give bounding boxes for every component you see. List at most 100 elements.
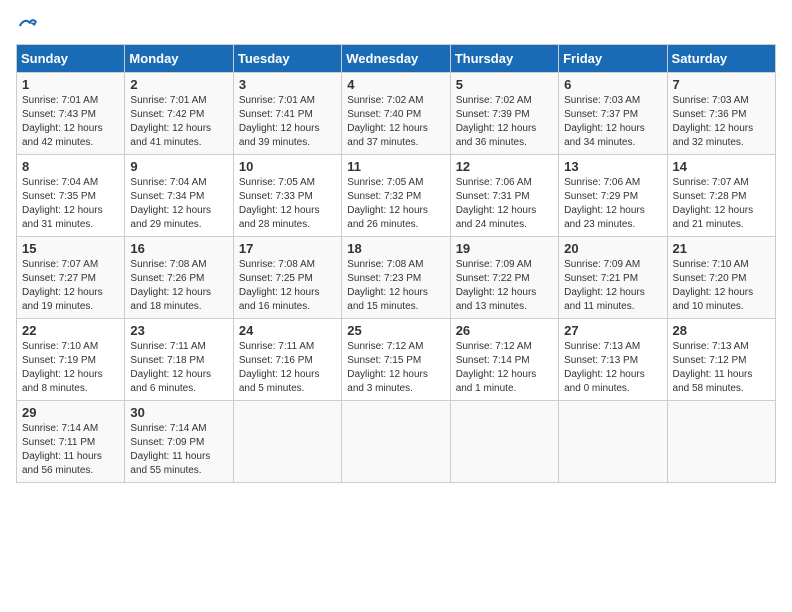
daylight-text: Daylight: 12 hours and 32 minutes. bbox=[673, 123, 754, 148]
sunrise-text: Sunrise: 7:06 AM bbox=[564, 177, 640, 188]
calendar-day-cell: 28 Sunrise: 7:13 AM Sunset: 7:12 PM Dayl… bbox=[667, 319, 775, 401]
day-number: 10 bbox=[239, 159, 336, 174]
daylight-text: Daylight: 12 hours and 5 minutes. bbox=[239, 369, 320, 394]
day-of-week-header: Wednesday bbox=[342, 45, 450, 73]
daylight-text: Daylight: 12 hours and 10 minutes. bbox=[673, 287, 754, 312]
calendar-day-cell: 4 Sunrise: 7:02 AM Sunset: 7:40 PM Dayli… bbox=[342, 73, 450, 155]
sunset-text: Sunset: 7:09 PM bbox=[130, 437, 204, 448]
day-info: Sunrise: 7:11 AM Sunset: 7:18 PM Dayligh… bbox=[130, 340, 227, 396]
calendar-day-cell: 23 Sunrise: 7:11 AM Sunset: 7:18 PM Dayl… bbox=[125, 319, 233, 401]
day-of-week-header: Sunday bbox=[17, 45, 125, 73]
day-number: 28 bbox=[673, 323, 770, 338]
day-info: Sunrise: 7:14 AM Sunset: 7:09 PM Dayligh… bbox=[130, 422, 227, 478]
calendar-week-row: 1 Sunrise: 7:01 AM Sunset: 7:43 PM Dayli… bbox=[17, 73, 776, 155]
day-info: Sunrise: 7:10 AM Sunset: 7:19 PM Dayligh… bbox=[22, 340, 119, 396]
sunset-text: Sunset: 7:29 PM bbox=[564, 191, 638, 202]
sunset-text: Sunset: 7:25 PM bbox=[239, 273, 313, 284]
sunset-text: Sunset: 7:19 PM bbox=[22, 355, 96, 366]
day-info: Sunrise: 7:14 AM Sunset: 7:11 PM Dayligh… bbox=[22, 422, 119, 478]
sunset-text: Sunset: 7:34 PM bbox=[130, 191, 204, 202]
day-number: 1 bbox=[22, 77, 119, 92]
sunrise-text: Sunrise: 7:11 AM bbox=[239, 341, 314, 352]
day-number: 2 bbox=[130, 77, 227, 92]
day-of-week-header: Monday bbox=[125, 45, 233, 73]
sunset-text: Sunset: 7:22 PM bbox=[456, 273, 530, 284]
sunrise-text: Sunrise: 7:03 AM bbox=[673, 95, 749, 106]
daylight-text: Daylight: 12 hours and 23 minutes. bbox=[564, 205, 645, 230]
sunrise-text: Sunrise: 7:10 AM bbox=[673, 259, 749, 270]
calendar-day-cell: 17 Sunrise: 7:08 AM Sunset: 7:25 PM Dayl… bbox=[233, 237, 341, 319]
daylight-text: Daylight: 12 hours and 0 minutes. bbox=[564, 369, 645, 394]
day-info: Sunrise: 7:09 AM Sunset: 7:22 PM Dayligh… bbox=[456, 258, 553, 314]
calendar-week-row: 29 Sunrise: 7:14 AM Sunset: 7:11 PM Dayl… bbox=[17, 401, 776, 483]
day-info: Sunrise: 7:12 AM Sunset: 7:15 PM Dayligh… bbox=[347, 340, 444, 396]
sunrise-text: Sunrise: 7:08 AM bbox=[347, 259, 423, 270]
sunset-text: Sunset: 7:33 PM bbox=[239, 191, 313, 202]
day-info: Sunrise: 7:01 AM Sunset: 7:42 PM Dayligh… bbox=[130, 94, 227, 150]
sunrise-text: Sunrise: 7:04 AM bbox=[130, 177, 206, 188]
calendar-day-cell: 15 Sunrise: 7:07 AM Sunset: 7:27 PM Dayl… bbox=[17, 237, 125, 319]
sunset-text: Sunset: 7:36 PM bbox=[673, 109, 747, 120]
day-info: Sunrise: 7:12 AM Sunset: 7:14 PM Dayligh… bbox=[456, 340, 553, 396]
day-info: Sunrise: 7:13 AM Sunset: 7:13 PM Dayligh… bbox=[564, 340, 661, 396]
day-info: Sunrise: 7:07 AM Sunset: 7:28 PM Dayligh… bbox=[673, 176, 770, 232]
sunset-text: Sunset: 7:27 PM bbox=[22, 273, 96, 284]
sunset-text: Sunset: 7:35 PM bbox=[22, 191, 96, 202]
sunset-text: Sunset: 7:32 PM bbox=[347, 191, 421, 202]
calendar-day-cell: 29 Sunrise: 7:14 AM Sunset: 7:11 PM Dayl… bbox=[17, 401, 125, 483]
calendar-day-cell: 13 Sunrise: 7:06 AM Sunset: 7:29 PM Dayl… bbox=[559, 155, 667, 237]
day-number: 9 bbox=[130, 159, 227, 174]
sunset-text: Sunset: 7:26 PM bbox=[130, 273, 204, 284]
day-info: Sunrise: 7:03 AM Sunset: 7:37 PM Dayligh… bbox=[564, 94, 661, 150]
calendar-day-cell: 10 Sunrise: 7:05 AM Sunset: 7:33 PM Dayl… bbox=[233, 155, 341, 237]
daylight-text: Daylight: 11 hours and 56 minutes. bbox=[22, 451, 102, 476]
sunset-text: Sunset: 7:23 PM bbox=[347, 273, 421, 284]
sunset-text: Sunset: 7:37 PM bbox=[564, 109, 638, 120]
day-number: 11 bbox=[347, 159, 444, 174]
calendar-day-cell: 3 Sunrise: 7:01 AM Sunset: 7:41 PM Dayli… bbox=[233, 73, 341, 155]
sunset-text: Sunset: 7:18 PM bbox=[130, 355, 204, 366]
day-number: 12 bbox=[456, 159, 553, 174]
day-number: 19 bbox=[456, 241, 553, 256]
daylight-text: Daylight: 12 hours and 18 minutes. bbox=[130, 287, 211, 312]
calendar-day-cell: 5 Sunrise: 7:02 AM Sunset: 7:39 PM Dayli… bbox=[450, 73, 558, 155]
daylight-text: Daylight: 12 hours and 19 minutes. bbox=[22, 287, 103, 312]
daylight-text: Daylight: 12 hours and 31 minutes. bbox=[22, 205, 103, 230]
sunrise-text: Sunrise: 7:02 AM bbox=[456, 95, 532, 106]
sunrise-text: Sunrise: 7:08 AM bbox=[239, 259, 315, 270]
day-number: 30 bbox=[130, 405, 227, 420]
sunset-text: Sunset: 7:14 PM bbox=[456, 355, 530, 366]
calendar-day-cell: 11 Sunrise: 7:05 AM Sunset: 7:32 PM Dayl… bbox=[342, 155, 450, 237]
day-number: 17 bbox=[239, 241, 336, 256]
sunrise-text: Sunrise: 7:10 AM bbox=[22, 341, 98, 352]
day-number: 14 bbox=[673, 159, 770, 174]
sunrise-text: Sunrise: 7:07 AM bbox=[673, 177, 749, 188]
day-number: 6 bbox=[564, 77, 661, 92]
sunrise-text: Sunrise: 7:01 AM bbox=[239, 95, 315, 106]
calendar-day-cell bbox=[559, 401, 667, 483]
calendar-day-cell: 16 Sunrise: 7:08 AM Sunset: 7:26 PM Dayl… bbox=[125, 237, 233, 319]
sunset-text: Sunset: 7:43 PM bbox=[22, 109, 96, 120]
day-number: 18 bbox=[347, 241, 444, 256]
day-number: 22 bbox=[22, 323, 119, 338]
day-info: Sunrise: 7:04 AM Sunset: 7:35 PM Dayligh… bbox=[22, 176, 119, 232]
sunrise-text: Sunrise: 7:13 AM bbox=[564, 341, 640, 352]
sunrise-text: Sunrise: 7:04 AM bbox=[22, 177, 98, 188]
calendar-body: 1 Sunrise: 7:01 AM Sunset: 7:43 PM Dayli… bbox=[17, 73, 776, 483]
day-of-week-header: Tuesday bbox=[233, 45, 341, 73]
calendar-day-cell: 8 Sunrise: 7:04 AM Sunset: 7:35 PM Dayli… bbox=[17, 155, 125, 237]
daylight-text: Daylight: 12 hours and 11 minutes. bbox=[564, 287, 645, 312]
day-number: 15 bbox=[22, 241, 119, 256]
daylight-text: Daylight: 12 hours and 34 minutes. bbox=[564, 123, 645, 148]
day-number: 3 bbox=[239, 77, 336, 92]
day-info: Sunrise: 7:05 AM Sunset: 7:33 PM Dayligh… bbox=[239, 176, 336, 232]
sunrise-text: Sunrise: 7:01 AM bbox=[130, 95, 206, 106]
day-info: Sunrise: 7:02 AM Sunset: 7:39 PM Dayligh… bbox=[456, 94, 553, 150]
day-info: Sunrise: 7:10 AM Sunset: 7:20 PM Dayligh… bbox=[673, 258, 770, 314]
sunset-text: Sunset: 7:15 PM bbox=[347, 355, 421, 366]
daylight-text: Daylight: 12 hours and 13 minutes. bbox=[456, 287, 537, 312]
daylight-text: Daylight: 11 hours and 55 minutes. bbox=[130, 451, 210, 476]
daylight-text: Daylight: 11 hours and 58 minutes. bbox=[673, 369, 753, 394]
sunset-text: Sunset: 7:20 PM bbox=[673, 273, 747, 284]
sunrise-text: Sunrise: 7:11 AM bbox=[130, 341, 205, 352]
